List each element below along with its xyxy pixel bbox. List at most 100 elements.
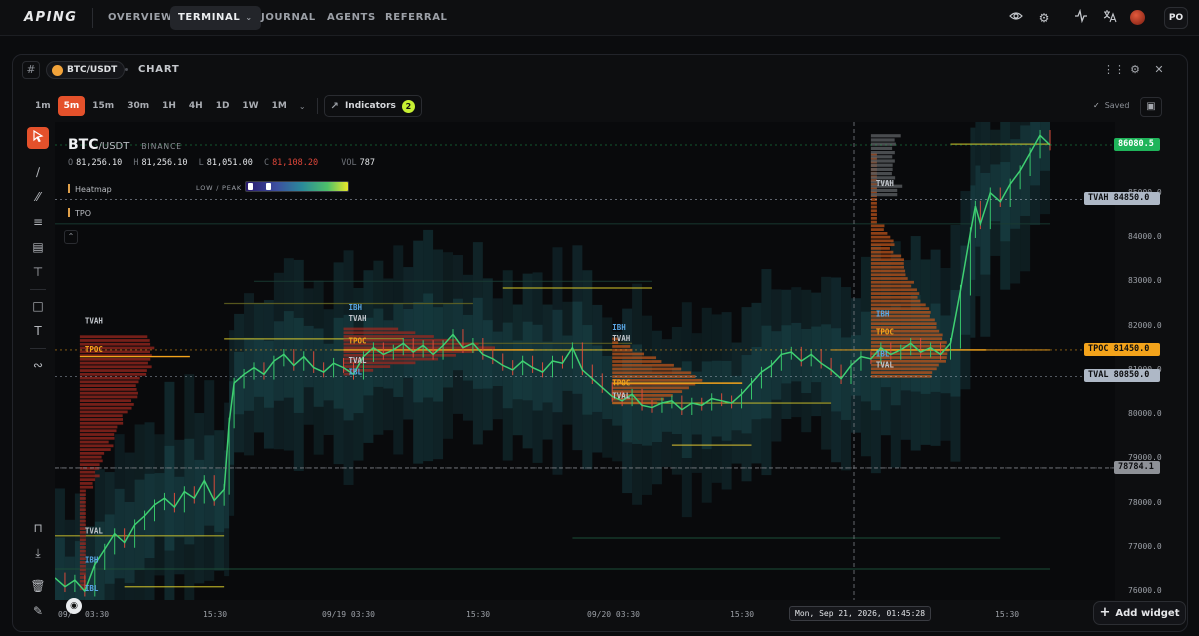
widget-settings-gear-icon[interactable]: ⚙ [1127, 62, 1143, 78]
heatmap-low-handle[interactable] [248, 183, 253, 190]
translate-icon[interactable] [1101, 9, 1119, 27]
avatar-icon[interactable] [1130, 10, 1145, 25]
legend-collapse-button[interactable]: ⌃ [64, 230, 78, 244]
horizontal-line-tool-icon[interactable]: ⊤ [27, 261, 49, 283]
heatmap-cell [124, 502, 135, 583]
heatmap-peak-handle[interactable] [266, 183, 271, 190]
download-icon[interactable]: ⤓ [27, 542, 49, 564]
tpo-level-label: TVAH [876, 179, 895, 188]
timeframe-30m[interactable]: 30m [121, 96, 155, 116]
rectangle-tool-icon[interactable]: □ [27, 295, 49, 317]
tpo-label: TPO [75, 209, 92, 218]
tpo-level-label: TVAL [876, 361, 895, 370]
timeframe-1d[interactable]: 1D [210, 96, 236, 116]
magnet-icon[interactable]: ⊓ [27, 517, 49, 539]
tpo-bar [343, 327, 399, 331]
nav-terminal[interactable]: TERMINAL ⌄ [170, 6, 261, 30]
tpo-bar [870, 220, 877, 224]
close-icon[interactable]: ✕ [1151, 62, 1167, 78]
cursor-tool-icon[interactable] [27, 127, 49, 149]
eraser-icon[interactable]: ✎ [27, 600, 49, 622]
tpo-bar [870, 235, 891, 239]
fib-levels-tool-icon[interactable]: ≡ [27, 211, 49, 233]
crosshair-toggle-icon[interactable]: ◉ [66, 598, 82, 614]
timeframe-5m[interactable]: 5m [57, 96, 86, 116]
indicator-heatmap-row[interactable]: Heatmap LOW / PEAK [68, 181, 349, 194]
tpo-bar [870, 239, 894, 243]
timeframe-1m[interactable]: 1m [29, 96, 57, 116]
trash-icon[interactable]: 🗑 [27, 575, 49, 597]
tpo-bar [870, 247, 890, 250]
hash-icon[interactable]: # [22, 61, 40, 79]
heatmap-cell [154, 473, 165, 537]
indicators-button[interactable]: ↗ Indicators 2 [323, 95, 422, 117]
timeframe-more-chevron-icon[interactable]: ⌄ [294, 102, 311, 111]
tpo-bar [870, 155, 893, 159]
heatmap-cell [263, 340, 274, 408]
tpo-bar [612, 401, 658, 405]
parallel-channel-tool-icon[interactable]: ⁄⁄ [27, 186, 49, 208]
symbol-selector[interactable]: BTC/USDT [46, 61, 126, 79]
heatmap-cell [293, 317, 304, 413]
price-chart-svg[interactable]: TVAHTPOCTVALIBHIBLIBHTVAHTPOCTVALIBLIBHT… [55, 122, 1115, 600]
nav-referral[interactable]: REFERRAL [377, 6, 456, 30]
eye-icon[interactable] [1007, 9, 1025, 27]
screenshot-camera-icon[interactable]: ▣ [1140, 97, 1162, 117]
tpo-bar [870, 138, 895, 142]
timeframe-1w[interactable]: 1W [236, 96, 264, 116]
gear-icon[interactable]: ⚙ [1035, 9, 1053, 27]
app-logo[interactable]: APING [24, 10, 77, 25]
text-tool-icon[interactable]: T [27, 320, 49, 342]
ruler-tool-icon[interactable]: ▤ [27, 236, 49, 258]
timeframe-bar: 1m 5m 15m 30m 1H 4H 1D 1W 1M ⌄ ↗ Indicat… [29, 95, 422, 117]
tpo-bar [870, 224, 885, 228]
nav-agents[interactable]: AGENTS [319, 6, 384, 30]
path-tool-icon[interactable]: ∾ [27, 354, 49, 376]
activity-icon[interactable] [1072, 8, 1090, 27]
tpo-bar [79, 421, 124, 425]
widget-header: # BTC/USDT CHART ⋮⋮ ⚙ ✕ [13, 55, 1187, 85]
time-axis-tick: 15:30 [995, 610, 1020, 619]
tpo-bar [870, 159, 895, 163]
tpo-bar [79, 470, 96, 474]
timeframe-1h[interactable]: 1H [156, 96, 182, 116]
time-axis-tick: 15:30 [466, 610, 491, 619]
heatmap-color-scale[interactable] [245, 181, 349, 192]
heatmap-cell [950, 290, 961, 397]
tpo-bar [79, 403, 134, 406]
tpo-level-label: TVAL [612, 392, 631, 401]
chevron-down-icon: ⌄ [245, 13, 253, 22]
vol-key: VOL [341, 158, 357, 168]
price-axis-tick: 77000.0 [1128, 541, 1162, 551]
saved-status: ✓ Saved [1093, 101, 1129, 110]
tpo-bar [870, 299, 921, 303]
tpo-level-label: IBH [612, 323, 626, 332]
tpo-bar [79, 387, 137, 391]
nav-overview[interactable]: OVERVIEW [100, 6, 181, 30]
trend-line-tool-icon[interactable]: ∕ [27, 161, 49, 183]
tpo-bar [870, 205, 877, 209]
tpo-bar [870, 231, 888, 235]
heatmap-cell [244, 337, 254, 411]
nav-divider [92, 8, 93, 28]
toolbar-separator [30, 348, 46, 349]
tpo-bar [79, 444, 114, 448]
nav-journal[interactable]: JOURNAL [253, 6, 324, 30]
tpo-bar [79, 372, 147, 376]
tpo-bar [79, 448, 111, 451]
timeframe-15m[interactable]: 15m [86, 96, 120, 116]
tpo-bar [870, 142, 896, 146]
timeframe-4h[interactable]: 4H [183, 96, 209, 116]
user-menu-button[interactable]: PO [1164, 7, 1188, 29]
add-widget-button[interactable]: + Add widget [1093, 601, 1186, 625]
chart-canvas[interactable]: TVAH TPOC TVAL IBH IBL IBH TVAH TPOC TVAL IBL IBH T… [55, 122, 1186, 632]
tpo-bar [870, 292, 920, 295]
timeframe-1mo[interactable]: 1M [266, 96, 293, 116]
tpo-bar [79, 546, 86, 549]
tpo-bar [79, 538, 86, 542]
drag-handle-icon[interactable]: ⋮⋮ [1103, 62, 1125, 78]
indicator-tpo-row[interactable]: TPO [68, 208, 91, 218]
price-tag-tpoc: TPOC 81450.0 [1084, 342, 1160, 356]
tpo-bar [79, 504, 86, 508]
heatmap-cell [64, 556, 75, 600]
